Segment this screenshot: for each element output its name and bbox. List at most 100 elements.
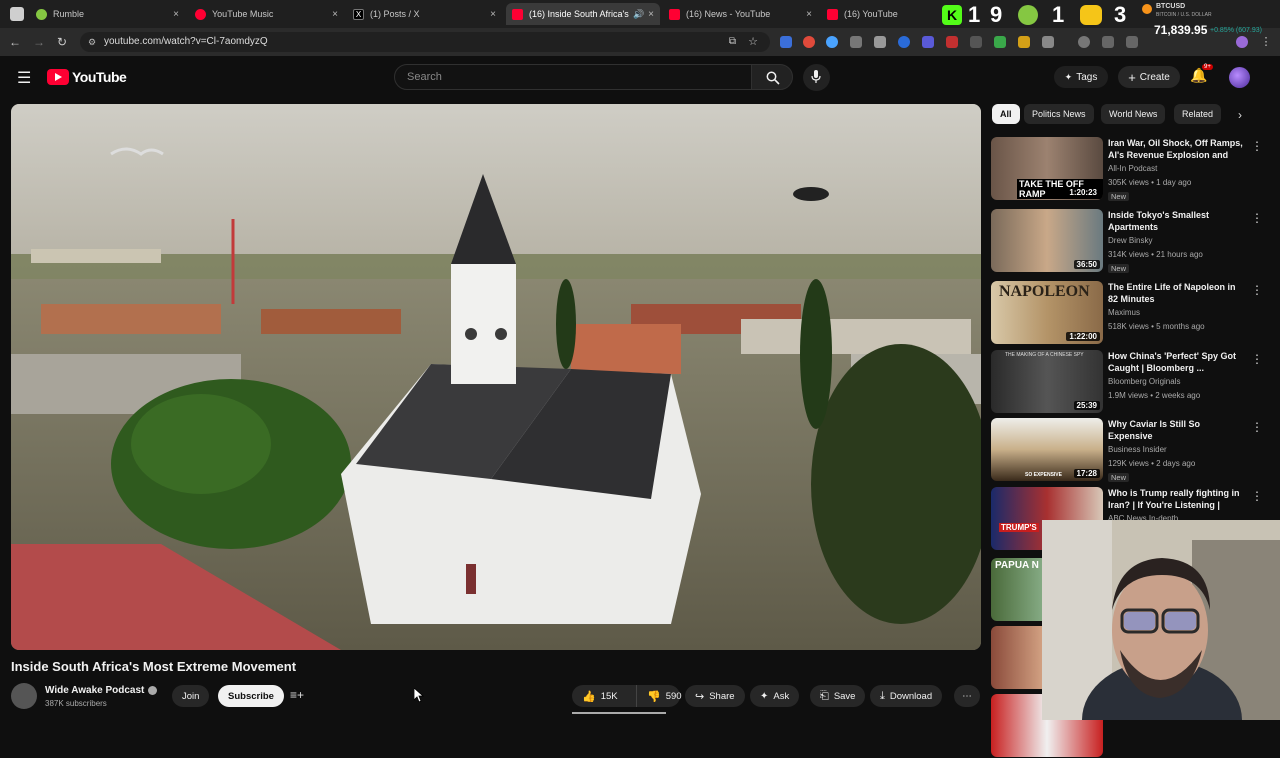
more-actions-button[interactable]: ⋯ <box>954 685 980 707</box>
tab-active-video[interactable]: (16) Inside South Africa's M 🔊 × <box>506 3 660 25</box>
video-title: Who is Trump really fighting in Iran? | … <box>1108 488 1240 513</box>
bookmark-icon: ⎗ <box>820 689 829 702</box>
more-vert-icon[interactable]: ⋮ <box>1251 352 1263 366</box>
code-icon[interactable] <box>1126 36 1138 48</box>
video-thumbnail[interactable]: 36:50 <box>991 209 1103 272</box>
extension-icon[interactable] <box>1236 36 1248 48</box>
ask-button[interactable]: ✦ Ask <box>750 685 800 707</box>
thumbnail-overlay-text: NAPOLEON <box>999 283 1090 300</box>
video-thumbnail[interactable]: THE MAKING OF A CHINESE SPY 25:39 <box>991 350 1103 413</box>
thumbs-down-icon: 👎 <box>647 690 661 703</box>
chip-world-news[interactable]: World News <box>1101 104 1166 124</box>
tab-search-icon[interactable] <box>10 7 24 21</box>
close-icon[interactable]: × <box>332 9 338 20</box>
video-thumbnail[interactable]: TAKE THE OFF RAMP 1:20:23 <box>991 137 1103 200</box>
like-button[interactable]: 👍 15K <box>572 685 636 707</box>
extension-icon[interactable] <box>922 36 934 48</box>
tags-button[interactable]: ✦ Tags <box>1054 66 1108 88</box>
address-bar-row: ← → ↻ ⚙ youtube.com/watch?v=Cl-7aomdyzQ … <box>0 23 1280 56</box>
extension-icon[interactable] <box>874 36 886 48</box>
share-button[interactable]: ↪ Share <box>685 685 745 707</box>
extension-icon[interactable] <box>970 36 982 48</box>
more-vert-icon[interactable]: ⋮ <box>1251 489 1263 503</box>
notifications-button[interactable]: 🔔 9+ <box>1190 64 1213 87</box>
search-button[interactable] <box>751 64 793 90</box>
chip-politics-news[interactable]: Politics News <box>1024 104 1094 124</box>
save-button[interactable]: ⎗ Save <box>810 685 866 707</box>
new-badge: New <box>1108 264 1130 273</box>
close-icon[interactable]: × <box>806 9 812 20</box>
list-item[interactable]: THE MAKING OF A CHINESE SPY 25:39 How Ch… <box>991 350 1263 414</box>
more-vert-icon[interactable]: ⋮ <box>1251 420 1263 434</box>
tab-x-posts[interactable]: X (1) Posts / X × <box>347 3 502 25</box>
video-thumbnail[interactable]: NAPOLEON 1:22:00 <box>991 281 1103 344</box>
youtube-logo[interactable]: YouTube <box>47 69 127 85</box>
url-field[interactable]: ⚙ youtube.com/watch?v=Cl-7aomdyzQ ⧉ ☆ <box>80 32 770 52</box>
more-vert-icon[interactable]: ⋮ <box>1251 211 1263 225</box>
thumbnail-overlay-text: TRUMP'S <box>999 523 1039 532</box>
extension-icon[interactable] <box>780 36 792 48</box>
dislike-count: 590 <box>665 690 682 702</box>
chip-all[interactable]: All <box>992 104 1020 124</box>
youtube-header: ☰ YouTube Search ✦ Tags + Create 🔔 9+ <box>0 56 1280 98</box>
video-player[interactable] <box>11 104 981 650</box>
subscribe-button[interactable]: Subscribe <box>218 685 284 707</box>
extension-icon[interactable] <box>850 36 862 48</box>
chevron-right-icon[interactable]: › <box>1238 108 1242 122</box>
share-label: Share <box>709 690 735 702</box>
video-thumbnail[interactable]: SO EXPENSIVE 17:28 <box>991 418 1103 481</box>
puzzle-icon[interactable] <box>1042 36 1054 48</box>
list-item[interactable]: 36:50 Inside Tokyo's Smallest Apartments… <box>991 209 1263 273</box>
extension-icon[interactable] <box>1018 36 1030 48</box>
x-icon: X <box>353 8 364 20</box>
bookmark-star-icon[interactable]: ☆ <box>748 32 758 52</box>
tab-youtube-home[interactable]: (16) YouTube <box>821 3 933 25</box>
back-icon[interactable]: ← <box>7 34 23 50</box>
voice-search-button[interactable] <box>803 64 830 91</box>
tab-rumble[interactable]: Rumble × <box>30 3 185 25</box>
speaker-icon[interactable]: 🔊 <box>633 9 644 20</box>
install-icon[interactable]: ⧉ <box>729 32 736 52</box>
avatar[interactable] <box>1229 67 1250 88</box>
rumble-icon <box>36 8 47 20</box>
extension-icon[interactable] <box>826 36 838 48</box>
menu-icon[interactable]: ⋮ <box>1260 36 1272 48</box>
like-underline <box>572 712 666 714</box>
forward-icon[interactable]: → <box>31 34 47 50</box>
channel-avatar[interactable] <box>11 683 37 709</box>
list-item[interactable]: TAKE THE OFF RAMP 1:20:23 Iran War, Oil … <box>991 137 1263 201</box>
extension-icon[interactable] <box>803 36 815 48</box>
tab-title: YouTube Music <box>212 9 274 19</box>
playlist-add-icon[interactable]: ≡+ <box>290 688 304 702</box>
close-icon[interactable]: × <box>648 9 654 20</box>
more-vert-icon[interactable]: ⋮ <box>1251 139 1263 153</box>
dislike-button[interactable]: 👎 590 <box>636 685 682 707</box>
list-item[interactable]: NAPOLEON 1:22:00 The Entire Life of Napo… <box>991 281 1263 345</box>
extension-icon[interactable] <box>898 36 910 48</box>
close-icon[interactable]: × <box>490 9 496 20</box>
create-button[interactable]: + Create <box>1118 66 1180 88</box>
extension-icon[interactable] <box>946 36 958 48</box>
download-button[interactable]: ⤓ Download <box>870 685 943 707</box>
video-frame <box>11 104 981 650</box>
share-icon: ↪ <box>695 690 705 703</box>
site-info-icon[interactable]: ⚙ <box>88 32 96 52</box>
extension-icon[interactable] <box>994 36 1006 48</box>
channel-name[interactable]: Wide Awake Podcast <box>45 685 144 696</box>
reload-icon[interactable]: ↻ <box>54 34 70 50</box>
chip-related[interactable]: Related <box>1174 104 1222 124</box>
close-icon[interactable]: × <box>173 9 179 20</box>
list-item[interactable]: SO EXPENSIVE 17:28 Why Caviar Is Still S… <box>991 418 1263 482</box>
hamburger-menu-icon[interactable]: ☰ <box>17 68 31 88</box>
more-icon: ⋯ <box>962 690 972 702</box>
thumbnail-overlay-text: SO EXPENSIVE <box>1025 472 1062 478</box>
extension-icon[interactable] <box>1102 36 1114 48</box>
tab-news-youtube[interactable]: (16) News - YouTube × <box>663 3 818 25</box>
more-vert-icon[interactable]: ⋮ <box>1251 283 1263 297</box>
search-input[interactable]: Search <box>394 64 752 90</box>
btc-price: 71,839.95 <box>1154 23 1208 37</box>
tab-youtube-music[interactable]: YouTube Music × <box>189 3 344 25</box>
history-icon[interactable] <box>1078 36 1090 48</box>
join-button[interactable]: Join <box>172 685 210 707</box>
url-text: youtube.com/watch?v=Cl-7aomdyzQ <box>104 36 268 47</box>
